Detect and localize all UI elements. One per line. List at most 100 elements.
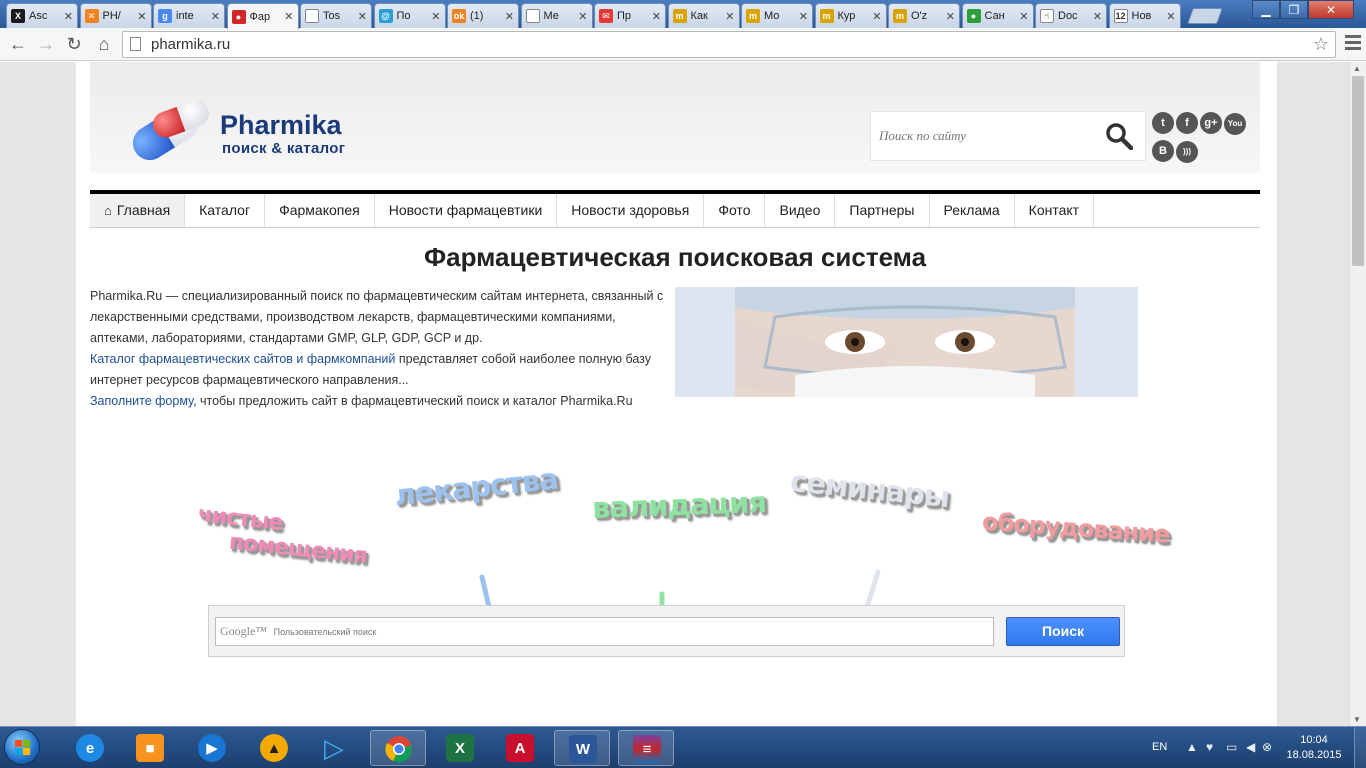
browser-tab-label: Нов [1131, 10, 1152, 22]
google-search-input[interactable]: Google™ Пользовательский поиск [215, 617, 994, 646]
browser-tab[interactable]: ☝ Doc ✕ [1035, 3, 1107, 28]
nav-item[interactable]: Новости здоровья [557, 194, 705, 227]
taskbar-wmp[interactable]: ▶ [184, 730, 240, 766]
acrobat-icon: A [506, 734, 534, 762]
main-nav: ⌂ Главная Каталог Фармакопея Новости фармаце… [90, 190, 1260, 228]
winrar-icon: ≡ [633, 735, 661, 763]
tab-close-icon[interactable]: ✕ [358, 10, 367, 23]
notification-icon[interactable]: ⊗ [1262, 740, 1272, 754]
address-bar[interactable]: pharmika.ru ☆ [122, 31, 1336, 58]
browser-tab[interactable]: Tos ✕ [300, 3, 372, 28]
clock[interactable]: 10:04 18.08.2015 [1284, 733, 1344, 763]
tab-close-icon[interactable]: ✕ [1093, 10, 1102, 23]
tab-close-icon[interactable]: ✕ [1019, 10, 1028, 23]
logo-title: Pharmika [220, 110, 342, 140]
tab-close-icon[interactable]: ✕ [578, 10, 587, 23]
tab-close-icon[interactable]: ✕ [725, 10, 734, 23]
nav-item[interactable]: Фото [704, 194, 766, 227]
tab-close-icon[interactable]: ✕ [64, 10, 73, 23]
taskbar-ie[interactable]: e [62, 730, 118, 766]
shield-tray-icon[interactable]: ♥ [1206, 740, 1213, 754]
browser-tab[interactable]: @ По ✕ [373, 3, 446, 28]
nav-item[interactable]: Новости фармацевтики [375, 194, 558, 227]
site-logo[interactable]: Pharmika поиск & каталог [126, 96, 430, 167]
show-desktop-button[interactable] [1354, 727, 1366, 768]
scroll-thumb[interactable] [1352, 76, 1364, 266]
reload-icon[interactable]: ↻ [64, 34, 84, 54]
taskbar-winrar[interactable]: ≡ [618, 730, 674, 766]
google-plus-icon[interactable]: g+ [1200, 112, 1222, 134]
google-search-button[interactable]: Поиск [1006, 617, 1120, 646]
twitter-icon[interactable]: t [1152, 112, 1174, 134]
nav-item[interactable]: ⌂ Главная [90, 194, 186, 227]
close-window-icon[interactable]: ✕ [1308, 0, 1354, 19]
chrome-menu-icon[interactable] [1345, 35, 1361, 53]
tab-close-icon[interactable]: ✕ [946, 10, 955, 23]
nav-item[interactable]: Партнеры [835, 194, 930, 227]
tab-close-icon[interactable]: ✕ [505, 10, 514, 23]
network-icon[interactable]: ▭ [1226, 740, 1237, 754]
browser-tab[interactable]: ✉ Пр ✕ [594, 3, 666, 28]
browser-tab-label: По [396, 10, 411, 22]
taskbar-arrow-app[interactable]: ▷ [306, 730, 362, 766]
minimize-icon[interactable]: ▁ [1252, 0, 1280, 19]
taskbar-excel[interactable]: X [432, 730, 488, 766]
tab-close-icon[interactable]: ✕ [652, 10, 661, 23]
search-icon[interactable] [1105, 122, 1133, 150]
tab-close-icon[interactable]: ✕ [284, 10, 293, 23]
taskbar-aimp[interactable]: ▲ [246, 730, 302, 766]
tab-close-icon[interactable]: ✕ [799, 10, 808, 23]
browser-tab-label: (1) [470, 10, 484, 22]
rss-icon[interactable]: ))) [1176, 141, 1198, 163]
taskbar-acrobat[interactable]: A [492, 730, 548, 766]
browser-tab[interactable]: m Мо ✕ [741, 3, 813, 28]
browser-tab-label: Пр [617, 10, 632, 22]
tab-close-icon[interactable]: ✕ [431, 10, 440, 23]
nav-item[interactable]: Фармакопея [265, 194, 375, 227]
youtube-icon[interactable]: You [1224, 113, 1246, 135]
taskbar-chrome[interactable] [370, 730, 426, 766]
browser-tab[interactable]: 12 Нов ✕ [1108, 3, 1181, 28]
nav-item[interactable]: Контакт [1015, 194, 1095, 227]
browser-tab[interactable]: m Как ✕ [667, 3, 740, 28]
nav-item[interactable]: Видео [765, 194, 836, 227]
forward-icon[interactable]: → [36, 34, 56, 54]
logo-subtitle: поиск & каталог [222, 140, 346, 157]
tab-close-icon[interactable]: ✕ [1166, 10, 1175, 23]
internet-explorer-icon: e [76, 734, 104, 762]
bookmark-star-icon[interactable]: ☆ [1313, 32, 1329, 57]
tab-close-icon[interactable]: ✕ [137, 10, 146, 23]
browser-tab[interactable]: ✕ PH/✕ [79, 3, 152, 28]
catalog-link[interactable]: Каталог фармацевтических сайтов и фармко… [90, 352, 395, 366]
site-search-input[interactable] [879, 124, 1099, 148]
maximize-icon[interactable]: ❐ [1280, 0, 1308, 19]
browser-tab[interactable]: Ме ✕ [520, 3, 593, 28]
browser-tab[interactable]: m Кур ✕ [814, 3, 887, 28]
browser-tab[interactable]: g inte ✕ [153, 3, 225, 28]
show-hidden-icons[interactable]: ▲ [1186, 740, 1198, 754]
language-indicator[interactable]: EN [1152, 741, 1167, 753]
tab-close-icon[interactable]: ✕ [872, 10, 881, 23]
browser-tab[interactable]: ● Фар ✕ [226, 3, 299, 29]
taskbar-player[interactable]: ■ [122, 730, 178, 766]
tab-close-icon[interactable]: ✕ [211, 10, 220, 23]
browser-tab[interactable]: X Asc ✕ [6, 3, 78, 28]
pills-icon: ● [231, 9, 246, 24]
scroll-up-icon[interactable]: ▲ [1353, 64, 1361, 73]
browser-tab[interactable]: ● Сан ✕ [961, 3, 1034, 28]
browser-tab[interactable]: m O'z ✕ [888, 3, 960, 28]
back-icon[interactable]: ← [8, 34, 28, 54]
page-scrollbar[interactable]: ▲ ▼ [1349, 62, 1366, 726]
scroll-down-icon[interactable]: ▼ [1353, 715, 1361, 724]
browser-tab[interactable]: ok (1) ✕ [447, 3, 519, 28]
home-icon[interactable]: ⌂ [94, 34, 114, 54]
start-button[interactable] [4, 729, 40, 765]
new-tab-button[interactable] [1187, 8, 1223, 24]
submit-form-link[interactable]: Заполните форму [90, 394, 193, 408]
taskbar-word[interactable]: W [554, 730, 610, 766]
vk-icon[interactable]: B [1152, 140, 1174, 162]
volume-icon[interactable]: ◀ [1246, 740, 1255, 754]
nav-item[interactable]: Реклама [930, 194, 1015, 227]
nav-item[interactable]: Каталог [185, 194, 266, 227]
facebook-icon[interactable]: f [1176, 112, 1198, 134]
